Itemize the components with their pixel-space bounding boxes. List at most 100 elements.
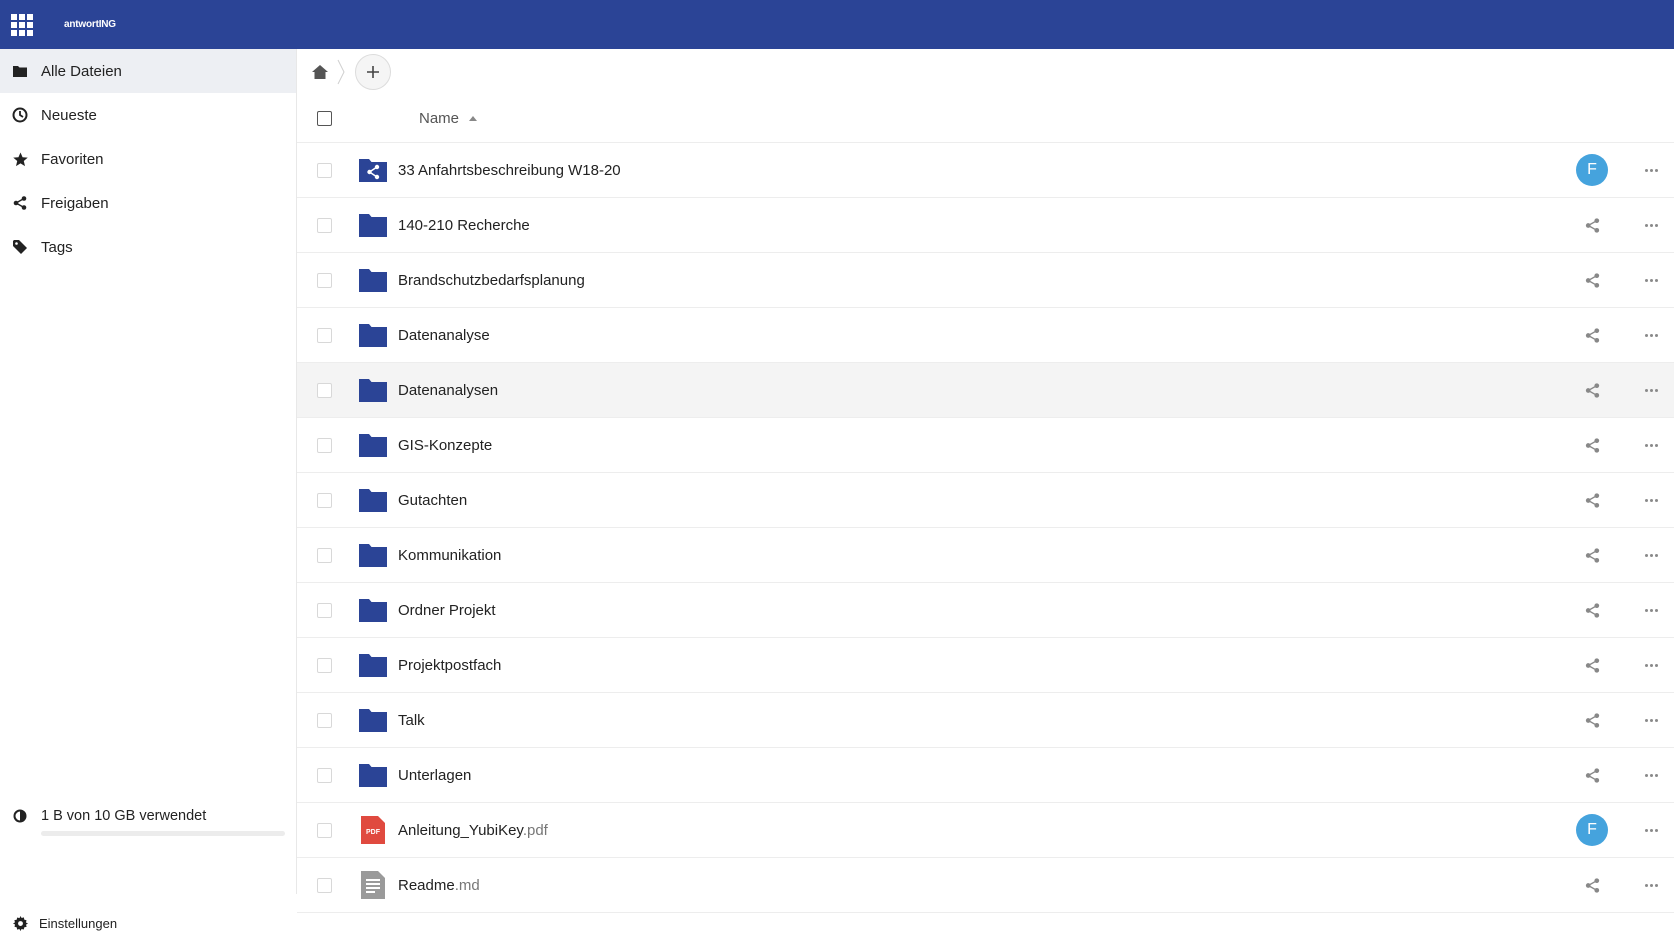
file-row[interactable]: PDF Anleitung_YubiKey.pdf F <box>297 803 1674 858</box>
new-file-button[interactable] <box>355 53 391 90</box>
share-icon[interactable] <box>1576 649 1608 681</box>
share-icon[interactable] <box>1576 484 1608 516</box>
more-actions-icon[interactable] <box>1637 160 1665 180</box>
row-checkbox[interactable] <box>317 602 332 618</box>
file-row[interactable]: Unterlagen <box>297 748 1674 803</box>
file-name[interactable]: GIS-Konzepte <box>398 437 492 454</box>
row-checkbox[interactable] <box>317 547 332 563</box>
file-row[interactable]: 33 Anfahrtsbeschreibung W18-20 F <box>297 143 1674 198</box>
share-icon[interactable] <box>1576 264 1608 296</box>
folder-icon[interactable] <box>359 212 387 238</box>
file-row[interactable]: Kommunikation <box>297 528 1674 583</box>
pdf-file-icon[interactable]: PDF <box>359 816 387 844</box>
folder-icon[interactable] <box>359 707 387 733</box>
more-actions-icon[interactable] <box>1637 325 1665 345</box>
shared-folder-icon[interactable] <box>359 157 387 183</box>
sidebar-item-neueste[interactable]: Neueste <box>0 93 296 137</box>
file-basename: 33 Anfahrtsbeschreibung W18-20 <box>398 161 621 179</box>
share-icon[interactable] <box>1576 869 1608 901</box>
row-checkbox[interactable] <box>317 712 332 728</box>
name-column-header[interactable]: Name <box>419 110 478 127</box>
select-all-checkbox[interactable] <box>317 110 332 126</box>
share-icon[interactable] <box>1576 319 1608 351</box>
row-checkbox[interactable] <box>317 767 332 783</box>
file-basename: Projektpostfach <box>398 656 502 674</box>
more-actions-icon[interactable] <box>1637 490 1665 510</box>
folder-icon[interactable] <box>359 487 387 513</box>
file-row[interactable]: Datenanalyse <box>297 308 1674 363</box>
row-checkbox[interactable] <box>317 492 332 508</box>
folder-icon[interactable] <box>359 762 387 788</box>
text-file-icon[interactable] <box>359 871 387 899</box>
file-row[interactable]: Ordner Projekt <box>297 583 1674 638</box>
file-row[interactable]: Talk <box>297 693 1674 748</box>
apps-grid-icon[interactable] <box>11 13 33 36</box>
more-actions-icon[interactable] <box>1637 270 1665 290</box>
folder-icon[interactable] <box>359 322 387 348</box>
sidebar-item-favoriten[interactable]: Favoriten <box>0 137 296 181</box>
sidebar-item-freigaben[interactable]: Freigaben <box>0 181 296 225</box>
file-row[interactable]: Brandschutzbedarfsplanung <box>297 253 1674 308</box>
row-checkbox[interactable] <box>317 162 332 178</box>
sidebar-item-alle-dateien[interactable]: Alle Dateien <box>0 49 296 93</box>
file-name[interactable]: Datenanalysen <box>398 382 498 399</box>
share-icon[interactable] <box>1576 429 1608 461</box>
more-actions-icon[interactable] <box>1637 765 1665 785</box>
file-row[interactable]: Readme.md <box>297 858 1674 913</box>
file-name[interactable]: Projektpostfach <box>398 657 501 674</box>
file-name[interactable]: Unterlagen <box>398 767 471 784</box>
more-actions-icon[interactable] <box>1637 380 1665 400</box>
more-actions-icon[interactable] <box>1637 655 1665 675</box>
app-logo[interactable]: antwortING <box>64 19 116 30</box>
share-icon[interactable] <box>1576 209 1608 241</box>
more-actions-icon[interactable] <box>1637 215 1665 235</box>
file-name[interactable]: Ordner Projekt <box>398 602 496 619</box>
folder-icon[interactable] <box>359 432 387 458</box>
row-checkbox[interactable] <box>317 272 332 288</box>
file-name[interactable]: Gutachten <box>398 492 467 509</box>
row-checkbox[interactable] <box>317 217 332 233</box>
file-name[interactable]: Readme.md <box>398 877 480 894</box>
folder-icon[interactable] <box>359 377 387 403</box>
more-actions-icon[interactable] <box>1637 710 1665 730</box>
file-row[interactable]: GIS-Konzepte <box>297 418 1674 473</box>
file-name[interactable]: Brandschutzbedarfsplanung <box>398 272 585 289</box>
folder-icon[interactable] <box>359 542 387 568</box>
row-checkbox[interactable] <box>317 657 332 673</box>
file-row[interactable]: Gutachten <box>297 473 1674 528</box>
row-checkbox[interactable] <box>317 382 332 398</box>
share-icon[interactable] <box>1576 374 1608 406</box>
row-checkbox[interactable] <box>317 822 332 838</box>
more-actions-icon[interactable] <box>1637 600 1665 620</box>
file-row[interactable]: Projektpostfach <box>297 638 1674 693</box>
sidebar-item-tags[interactable]: Tags <box>0 225 296 269</box>
file-name[interactable]: 140-210 Recherche <box>398 217 530 234</box>
file-row[interactable]: Datenanalysen <box>297 363 1674 418</box>
file-name[interactable]: Anleitung_YubiKey.pdf <box>398 822 548 839</box>
file-basename: Anleitung_YubiKey <box>398 821 523 839</box>
folder-icon[interactable] <box>359 597 387 623</box>
more-actions-icon[interactable] <box>1637 875 1665 895</box>
file-name[interactable]: 33 Anfahrtsbeschreibung W18-20 <box>398 162 621 179</box>
shared-with-avatar[interactable]: F <box>1576 814 1608 846</box>
more-actions-icon[interactable] <box>1637 545 1665 565</box>
share-icon[interactable] <box>1576 539 1608 571</box>
share-icon[interactable] <box>1576 594 1608 626</box>
file-name[interactable]: Talk <box>398 712 425 729</box>
settings-button[interactable]: Einstellungen <box>0 911 297 935</box>
more-actions-icon[interactable] <box>1637 435 1665 455</box>
row-checkbox[interactable] <box>317 327 332 343</box>
file-name[interactable]: Datenanalyse <box>398 327 490 344</box>
file-row[interactable]: 140-210 Recherche <box>297 198 1674 253</box>
home-icon[interactable] <box>310 62 330 82</box>
folder-icon[interactable] <box>359 652 387 678</box>
share-icon[interactable] <box>1576 704 1608 736</box>
svg-text:PDF: PDF <box>366 829 381 836</box>
file-name[interactable]: Kommunikation <box>398 547 501 564</box>
folder-icon[interactable] <box>359 267 387 293</box>
shared-with-avatar[interactable]: F <box>1576 154 1608 186</box>
row-checkbox[interactable] <box>317 877 332 893</box>
share-icon[interactable] <box>1576 759 1608 791</box>
more-actions-icon[interactable] <box>1637 820 1665 840</box>
row-checkbox[interactable] <box>317 437 332 453</box>
